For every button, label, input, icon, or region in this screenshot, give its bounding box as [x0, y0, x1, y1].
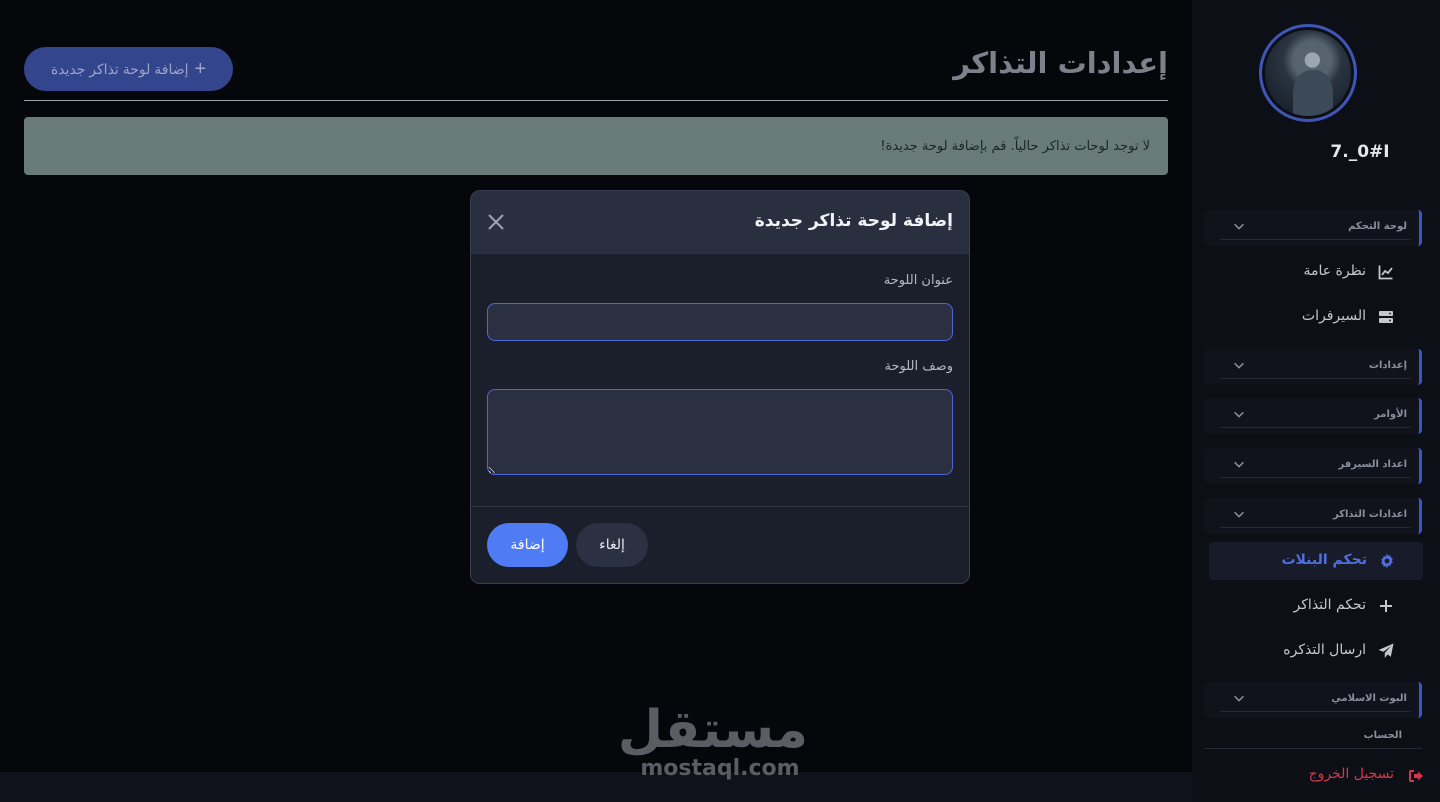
plus-icon: [1380, 600, 1392, 612]
modal-footer-divider: [471, 506, 969, 507]
panel-title-label: عنوان اللوحة: [883, 273, 953, 288]
add-panel-modal: إضافة لوحة تذاكر جديدة عنوان اللوحة وصف …: [470, 190, 970, 584]
close-icon[interactable]: [485, 211, 507, 233]
sidebar-item-ban-control[interactable]: تحكم البنلات: [1209, 542, 1423, 580]
title-divider: [24, 100, 1168, 101]
bottom-bar: [0, 772, 1192, 802]
sidebar: 7._0#I لوحة التحكم نظرة عامة السيرفرات إ…: [1192, 0, 1440, 802]
sidebar-item-label: نظرة عامة: [1303, 263, 1366, 279]
sidebar-item-label: تحكم التذاكر: [1293, 597, 1366, 613]
panel-description-input[interactable]: [487, 389, 953, 475]
avatar[interactable]: [1259, 24, 1357, 122]
nav-group-server-setup[interactable]: اعداد السيرفر: [1204, 448, 1422, 484]
sidebar-item-ticket-control[interactable]: تحكم التذاكر: [1208, 587, 1422, 625]
nav-group-dashboard[interactable]: لوحة التحكم: [1204, 210, 1422, 246]
server-icon: [1379, 311, 1393, 323]
chevron-down-icon: [1234, 511, 1244, 518]
section-divider: [1204, 748, 1422, 749]
nav-group-label: لوحة التحكم: [1348, 221, 1407, 232]
submit-button[interactable]: إضافة: [487, 523, 568, 567]
panel-title-input[interactable]: [487, 303, 953, 341]
sidebar-item-overview[interactable]: نظرة عامة: [1208, 253, 1422, 291]
plus-icon: +: [194, 58, 207, 80]
paper-plane-icon: [1378, 643, 1394, 658]
chart-line-icon: [1378, 265, 1393, 280]
nav-group-settings[interactable]: إعدادات: [1204, 349, 1422, 385]
modal-title: إضافة لوحة تذاكر جديدة: [754, 211, 953, 231]
nav-group-commands[interactable]: الأوامر: [1204, 398, 1422, 434]
chevron-down-icon: [1234, 461, 1244, 468]
add-ticket-panel-label: إضافة لوحة تذاكر جديدة: [50, 60, 189, 77]
nav-group-label: إعدادات: [1368, 360, 1407, 371]
page-title: إعدادات التذاكر: [953, 46, 1168, 80]
sidebar-item-send-ticket[interactable]: ارسال التذكره: [1208, 632, 1422, 670]
username: 7._0#I: [1330, 142, 1390, 162]
cancel-button[interactable]: إلغاء: [576, 523, 648, 567]
alert-text: لا توجد لوحات تذاكر حالياً. قم بإضافة لو…: [880, 138, 1150, 154]
chevron-down-icon: [1234, 223, 1244, 230]
nav-group-islamic-bot[interactable]: البوت الاسلامي: [1204, 682, 1422, 718]
nav-group-label: اعداد السيرفر: [1338, 459, 1407, 470]
avatar-image: [1265, 30, 1351, 116]
logout-link[interactable]: تسجيل الخروج: [1309, 766, 1394, 782]
nav-group-label: الأوامر: [1374, 409, 1407, 420]
empty-state-alert: لا توجد لوحات تذاكر حالياً. قم بإضافة لو…: [24, 117, 1168, 175]
logout-icon: [1409, 770, 1423, 782]
account-section-label: الحساب: [1363, 730, 1402, 741]
sidebar-item-servers[interactable]: السيرفرات: [1208, 298, 1422, 336]
modal-header: إضافة لوحة تذاكر جديدة: [471, 191, 969, 254]
panel-description-label: وصف اللوحة: [884, 359, 953, 374]
sidebar-item-label: ارسال التذكره: [1283, 642, 1366, 658]
add-ticket-panel-button[interactable]: + إضافة لوحة تذاكر جديدة: [24, 47, 233, 91]
nav-group-label: البوت الاسلامي: [1331, 693, 1407, 704]
nav-group-label: اعدادات التذاكر: [1332, 509, 1407, 520]
gear-icon: [1381, 553, 1393, 569]
chevron-down-icon: [1234, 362, 1244, 369]
watermark-url: mostaql.com: [640, 756, 800, 781]
chevron-down-icon: [1234, 411, 1244, 418]
watermark-logo: مستقل: [617, 700, 808, 760]
sidebar-item-label: تحكم البنلات: [1281, 552, 1367, 568]
chevron-down-icon: [1234, 695, 1244, 702]
sidebar-item-label: السيرفرات: [1301, 308, 1366, 324]
nav-group-ticket-settings[interactable]: اعدادات التذاكر: [1204, 498, 1422, 534]
